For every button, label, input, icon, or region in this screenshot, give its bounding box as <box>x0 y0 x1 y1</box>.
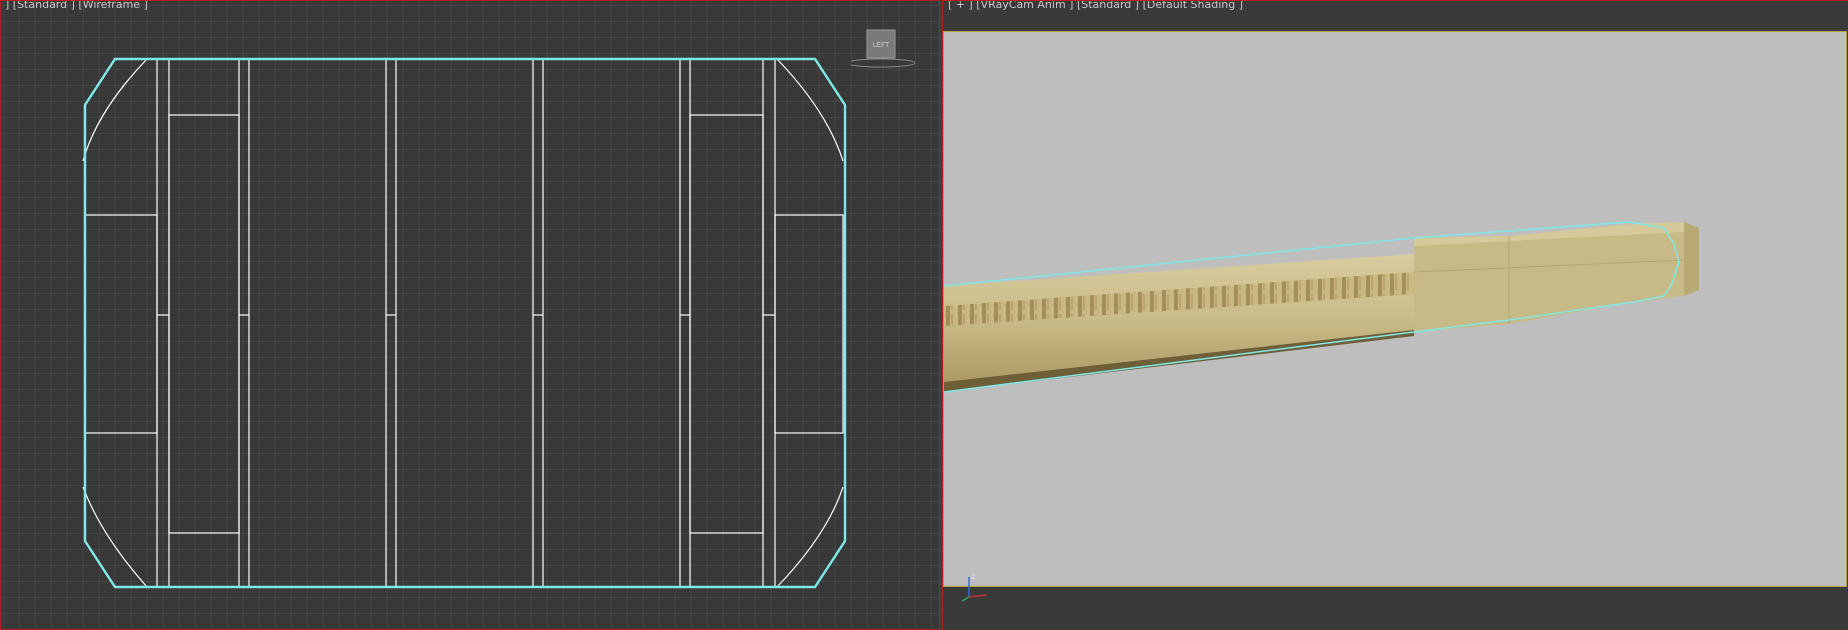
3d-application: ] [Standard ] [Wireframe ] LEFT [ + ] [V… <box>0 0 1848 630</box>
viewcube[interactable]: LEFT <box>851 27 931 69</box>
viewcube-face-label: LEFT <box>873 41 890 49</box>
grid-lines <box>1 1 939 629</box>
safe-frame-render-area[interactable] <box>943 31 1847 587</box>
axis-tripod-gizmo: z <box>961 572 988 602</box>
right-viewport-label[interactable]: [ + ] [VRayCam Anim ] [Standard ] [Defau… <box>948 1 1243 12</box>
axis-z-label: z <box>971 572 975 581</box>
wireframe-canvas[interactable] <box>1 1 940 630</box>
right-viewport-shaded[interactable]: [ + ] [VRayCam Anim ] [Standard ] [Defau… <box>942 0 1848 630</box>
left-viewport-label[interactable]: ] [Standard ] [Wireframe ] <box>5 1 148 12</box>
shaded-canvas[interactable] <box>943 32 1848 588</box>
left-viewport-wireframe[interactable]: ] [Standard ] [Wireframe ] LEFT <box>0 0 940 630</box>
